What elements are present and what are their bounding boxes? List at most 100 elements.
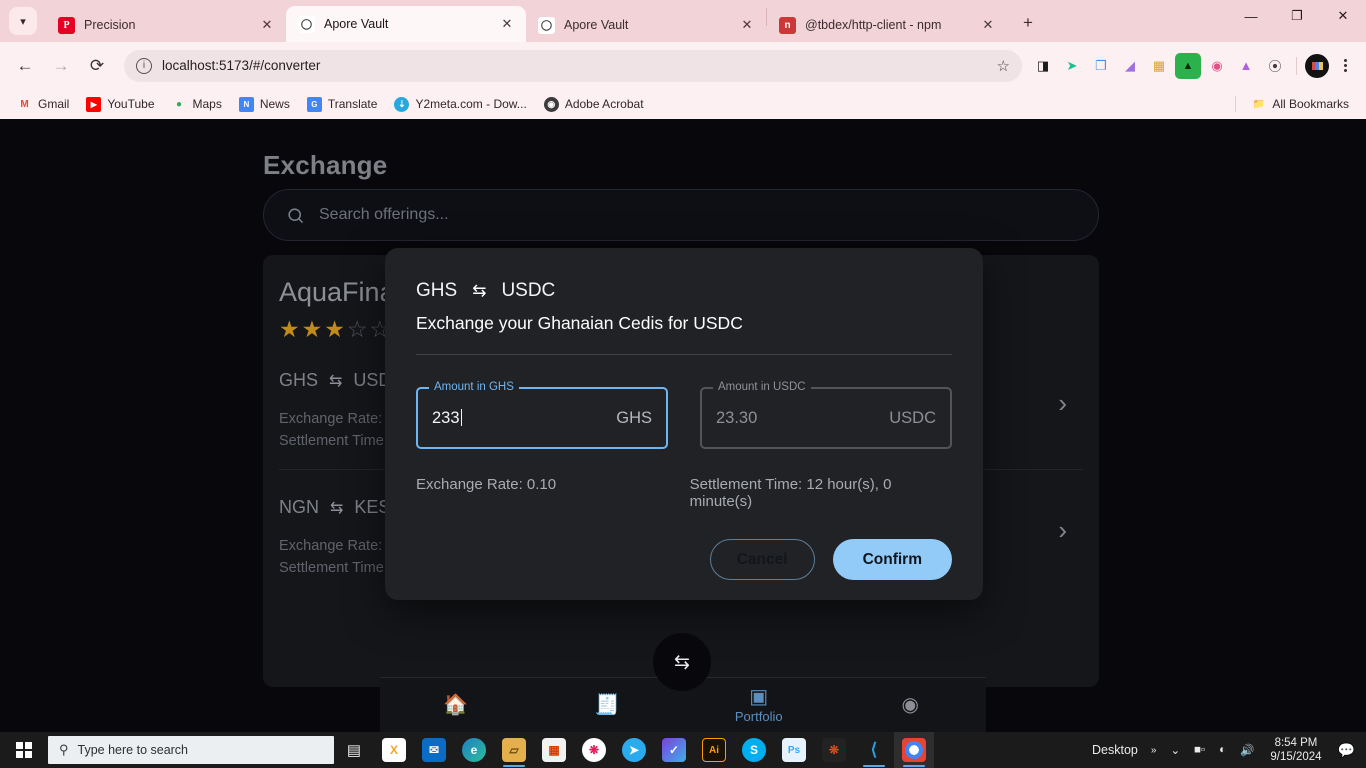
skype-icon[interactable]: S — [734, 732, 774, 768]
taskbar-clock[interactable]: 8:54 PM 9/15/2024 — [1261, 736, 1330, 765]
chevron-down-icon[interactable]: ▾ — [9, 7, 37, 35]
bookmark-youtube[interactable]: ▶ YouTube — [79, 94, 161, 115]
battery-icon[interactable]: ■▫ — [1187, 732, 1212, 768]
extension-cat-icon[interactable]: ▲ — [1233, 53, 1259, 79]
search-icon: ⚲ — [59, 742, 69, 757]
amount-in-ghs-field[interactable]: Amount in GHS 233 GHS — [416, 381, 668, 449]
tray-overflow-button[interactable]: » — [1144, 732, 1164, 768]
browser-tab-strip: ▾ P Precision ✕ ◯ Apore Vault ✕ ◯ Apore … — [0, 0, 1366, 42]
folder-icon: 📁 — [1252, 98, 1266, 110]
youtube-icon: ▶ — [86, 96, 102, 112]
bookmark-gmail[interactable]: M Gmail — [10, 94, 76, 115]
photoshop-icon[interactable]: Ps — [774, 732, 814, 768]
reload-button[interactable]: ⟳ — [80, 49, 114, 83]
tab-title: Precision — [84, 18, 136, 32]
bookmark-adobe-acrobat[interactable]: ◉ Adobe Acrobat — [537, 94, 651, 115]
taskbar-search-input[interactable]: ⚲ Type here to search — [48, 736, 334, 764]
modal-amount-fields: Amount in GHS 233 GHS Amount in USDC 23.… — [416, 381, 952, 449]
extension-window-icon[interactable]: ▦ — [1146, 53, 1172, 79]
extension-green-icon[interactable]: ▲ — [1175, 52, 1201, 79]
star-filled: ★ — [324, 316, 347, 342]
home-icon: 🏠 — [443, 694, 469, 716]
volume-icon[interactable]: 🔊 — [1233, 732, 1261, 768]
edge-icon[interactable]: e — [454, 732, 494, 768]
kebab-menu-icon[interactable] — [1332, 53, 1358, 79]
chevron-right-icon[interactable]: › — [1058, 388, 1067, 419]
xodo-icon[interactable]: X — [374, 732, 414, 768]
browser-tab-precision[interactable]: P Precision ✕ — [46, 8, 286, 42]
nav-item-transactions[interactable]: 🧾 — [532, 695, 684, 715]
bookmark-translate[interactable]: G Translate — [300, 94, 385, 115]
slack-icon[interactable]: ❋ — [574, 732, 614, 768]
telegram-icon[interactable]: ➤ — [614, 732, 654, 768]
maximize-button[interactable]: ❐ — [1274, 0, 1320, 32]
close-icon[interactable]: ✕ — [738, 16, 756, 34]
browser-tab-apore-vault-2[interactable]: ◯ Apore Vault ✕ — [526, 8, 766, 42]
cancel-button[interactable]: Cancel — [709, 539, 815, 580]
bookmark-news[interactable]: N News — [232, 94, 297, 115]
close-icon[interactable]: ✕ — [979, 16, 997, 34]
browser-toolbar: ← → ⟳ i localhost:5173/#/converter ☆ ◨ ➤… — [0, 42, 1366, 89]
extension-circle-icon[interactable]: ◉ — [1204, 53, 1230, 79]
extension-gradient-icon[interactable]: ◢ — [1117, 53, 1143, 79]
offering-from: GHS — [279, 370, 319, 390]
bookmark-maps[interactable]: ● Maps — [165, 94, 229, 115]
forward-button[interactable]: → — [44, 49, 78, 83]
close-icon[interactable]: ✕ — [258, 16, 276, 34]
mail-icon[interactable]: ✉ — [414, 732, 454, 768]
wifi-icon[interactable]: ◐ — [1212, 732, 1233, 768]
browser-tab-apore-vault-1[interactable]: ◯ Apore Vault ✕ — [286, 6, 526, 42]
bookmark-star-icon[interactable]: ☆ — [997, 57, 1010, 75]
bookmark-label: YouTube — [107, 97, 155, 111]
notification-icon[interactable]: 💬 — [1331, 732, 1362, 768]
star-empty: ☆ — [346, 316, 370, 342]
tab-title: Apore Vault — [324, 17, 389, 31]
modal-currency-pair: GHS ⇆ USDC — [416, 280, 952, 302]
back-button[interactable]: ← — [8, 49, 42, 83]
browser-tab-npm[interactable]: n @tbdex/http-client - npm ✕ — [767, 8, 1007, 42]
chevron-right-icon[interactable]: › — [1058, 515, 1067, 546]
bookmark-y2meta[interactable]: ⇣ Y2meta.com - Dow... — [387, 94, 533, 115]
vscode-icon[interactable]: ⟨ — [854, 732, 894, 768]
target-currency-label: USDC — [889, 408, 936, 427]
close-window-button[interactable]: ✕ — [1320, 0, 1366, 32]
download-icon: ⇣ — [394, 96, 410, 112]
opera-icon: ◯ — [538, 16, 555, 34]
desktop-button[interactable]: Desktop — [1086, 743, 1144, 757]
amount-in-usdc-field: Amount in USDC 23.30 USDC — [700, 381, 952, 449]
figma-icon[interactable]: ❊ — [814, 732, 854, 768]
search-input[interactable]: Search offerings... — [263, 189, 1099, 241]
task-view-icon[interactable]: ▤ — [334, 732, 374, 768]
windows-start-icon[interactable] — [0, 732, 48, 768]
nav-item-explore[interactable]: ◉ — [835, 695, 987, 715]
avatar[interactable] — [1305, 53, 1329, 78]
star-filled: ★ — [279, 316, 302, 342]
confirm-label: Confirm — [862, 550, 922, 568]
new-tab-button[interactable]: + — [1013, 8, 1043, 38]
file-explorer-icon[interactable]: ▱ — [494, 732, 534, 768]
text-caret — [460, 408, 462, 426]
microsoft-store-icon[interactable]: ▦ — [534, 732, 574, 768]
swap-fab-button[interactable]: ⇆ — [653, 633, 711, 691]
confirm-button[interactable]: Confirm — [832, 539, 952, 580]
extension-clip-icon[interactable]: ◨ — [1030, 53, 1056, 79]
tab-search-button[interactable]: ▾ — [0, 0, 46, 42]
illustrator-icon[interactable]: Ai — [694, 732, 734, 768]
web-page-viewport: Exchange Search offerings... AquaFina ★★… — [0, 119, 1366, 732]
minimize-button[interactable]: — — [1228, 0, 1274, 32]
puzzle-icon[interactable]: ⦿ — [1262, 53, 1288, 79]
all-bookmarks-button[interactable]: 📁 All Bookmarks — [1244, 94, 1356, 115]
extension-dragon-icon[interactable]: ➤ — [1059, 53, 1085, 79]
modal-pair-from: GHS — [416, 280, 458, 301]
chevron-up-icon[interactable]: ⌄ — [1163, 732, 1187, 768]
address-bar[interactable]: i localhost:5173/#/converter ☆ — [124, 49, 1022, 82]
system-tray: Desktop » ⌄ ■▫ ◐ 🔊 8:54 PM 9/15/2024 💬 — [1086, 732, 1366, 768]
bookmarks-right: 📁 All Bookmarks — [1235, 94, 1356, 115]
close-icon[interactable]: ✕ — [498, 15, 516, 33]
extension-copy-icon[interactable]: ❐ — [1088, 53, 1114, 79]
info-icon[interactable]: i — [136, 57, 152, 74]
nav-item-portfolio[interactable]: ▣ Portfolio — [683, 687, 835, 724]
security-icon[interactable]: ✓ — [654, 732, 694, 768]
nav-item-home[interactable]: 🏠 — [380, 695, 532, 715]
chrome-icon[interactable] — [894, 732, 934, 768]
